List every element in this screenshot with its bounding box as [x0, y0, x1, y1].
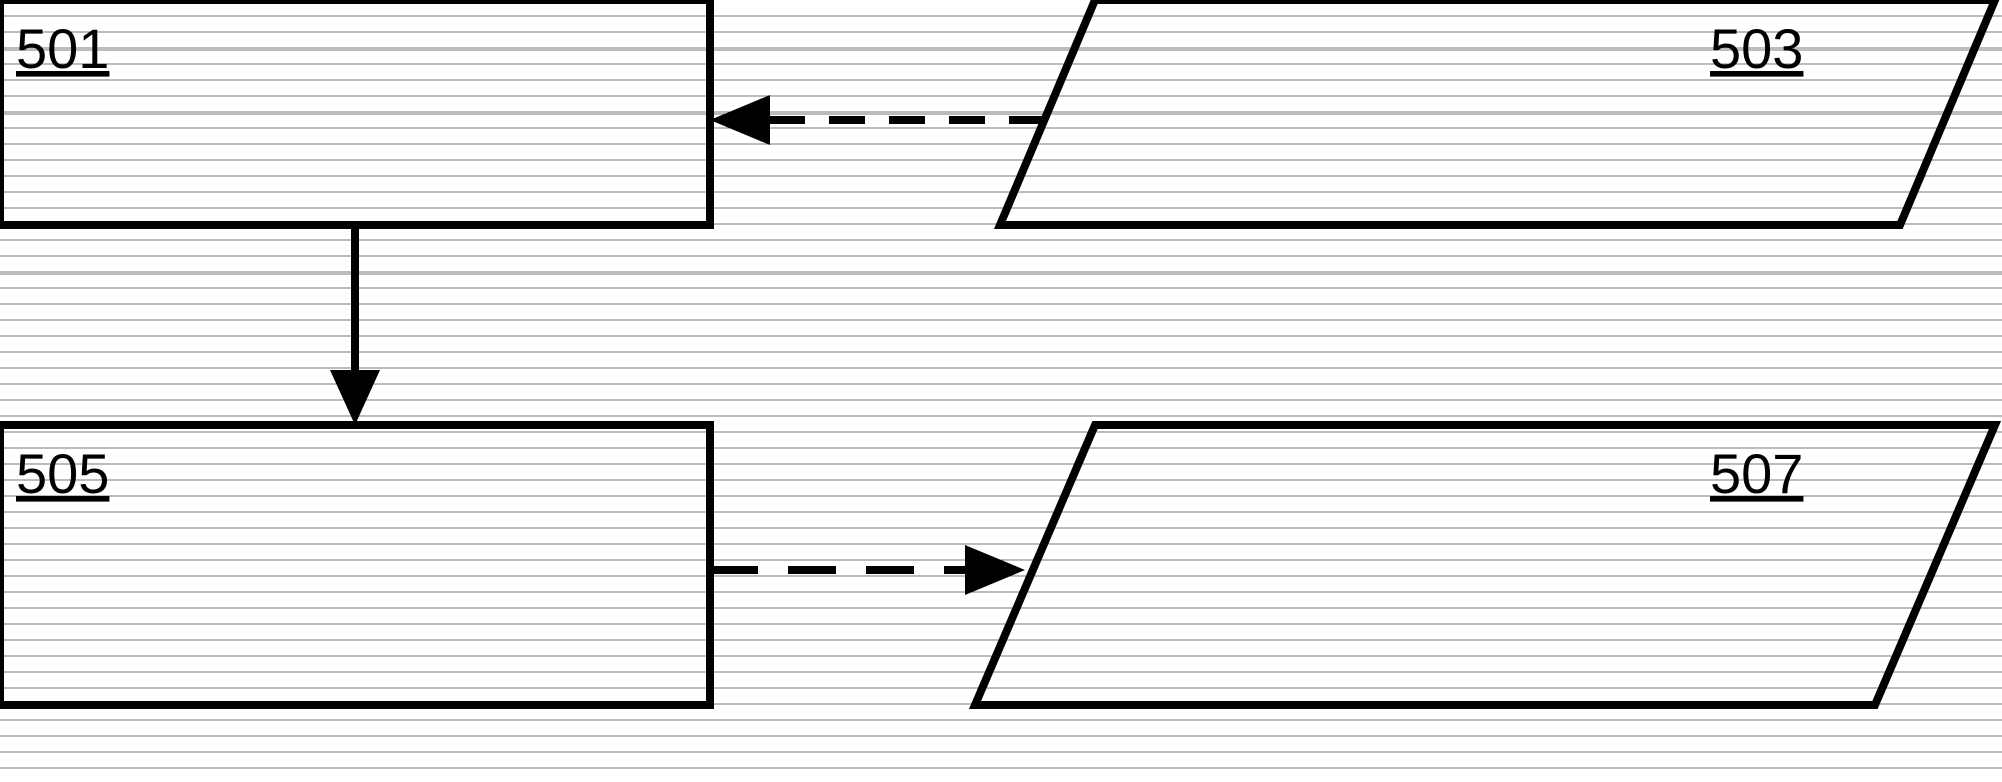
- arrow-501-to-505: [330, 225, 380, 425]
- background-hatch: [0, 16, 2002, 768]
- data-block-507: 507: [975, 425, 1995, 705]
- process-block-501-label: 501: [16, 17, 109, 80]
- data-block-507-label: 507: [1710, 442, 1803, 505]
- flowchart-diagram: 501 503 505 507: [0, 0, 2002, 782]
- process-block-505: 505: [0, 425, 710, 705]
- data-block-503-label: 503: [1710, 17, 1803, 80]
- arrow-503-to-501: [710, 95, 1045, 145]
- arrow-505-to-507: [710, 545, 1025, 595]
- process-block-505-label: 505: [16, 442, 109, 505]
